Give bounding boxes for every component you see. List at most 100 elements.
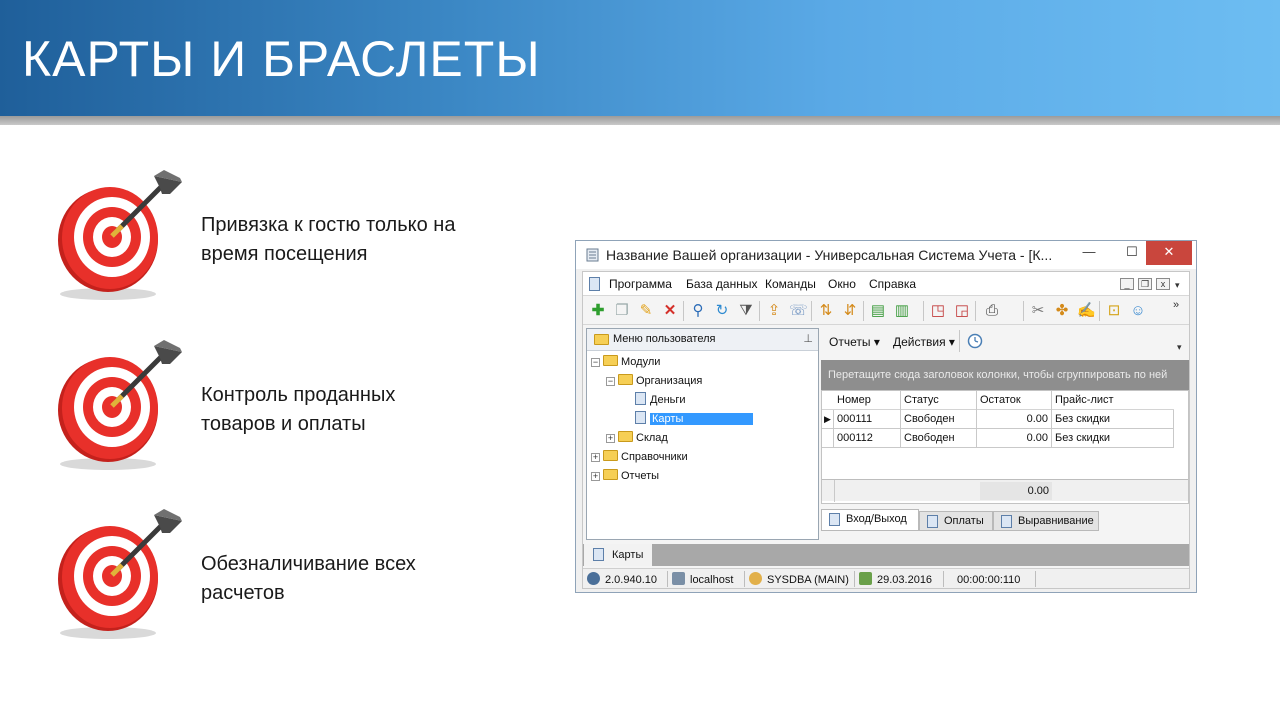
mdi-restore-button[interactable]: ❐ bbox=[1138, 278, 1152, 290]
status-version-text: 2.0.940.10 bbox=[605, 574, 657, 586]
export-icon[interactable]: ▤ bbox=[869, 302, 887, 320]
cell-pricelist[interactable]: Без скидки bbox=[1052, 429, 1174, 448]
actions-dropdown[interactable]: Действия ▾ bbox=[893, 335, 955, 349]
cell-balance[interactable]: 0.00 bbox=[977, 410, 1052, 429]
tree-node-modules[interactable]: − Модули bbox=[591, 353, 660, 372]
users-icon[interactable]: ☺ bbox=[1129, 302, 1147, 320]
toolbar-separator bbox=[759, 301, 760, 321]
lock-icon[interactable]: ⊡ bbox=[1105, 302, 1123, 320]
tree-node-reports[interactable]: + Отчеты bbox=[591, 467, 659, 486]
menu-window[interactable]: Окно bbox=[828, 277, 856, 291]
cell-pricelist[interactable]: Без скидки bbox=[1052, 410, 1174, 429]
slide-title: КАРТЫ И БРАСЛЕТЫ bbox=[22, 31, 541, 87]
reports-dropdown[interactable]: Отчеты ▾ bbox=[829, 335, 880, 349]
pin-icon[interactable]: ⊥ bbox=[803, 332, 813, 345]
import-icon[interactable]: ⇪ bbox=[765, 302, 783, 320]
group-by-area[interactable]: Перетащите сюда заголовок колонки, чтобы… bbox=[821, 360, 1189, 390]
toolbar-separator bbox=[683, 301, 684, 321]
tree-node-label: Деньги bbox=[650, 394, 686, 406]
status-user: SYSDBA (MAIN) bbox=[749, 572, 849, 588]
delete-icon[interactable]: ✕ bbox=[661, 302, 679, 320]
current-row-icon: ▶ bbox=[822, 410, 834, 429]
sort-desc-icon[interactable]: ⇵ bbox=[841, 302, 859, 320]
expand-icon[interactable]: + bbox=[606, 434, 615, 443]
tab-payments[interactable]: Оплаты bbox=[919, 511, 993, 531]
bullet-line: Контроль проданных bbox=[201, 384, 396, 406]
mdi-close-button[interactable]: x bbox=[1156, 278, 1170, 290]
status-separator bbox=[854, 571, 855, 587]
clock-icon[interactable] bbox=[967, 333, 983, 354]
mdi-minimize-button[interactable]: _ bbox=[1120, 278, 1134, 290]
chevron-down-icon[interactable]: ▾ bbox=[1175, 280, 1180, 291]
column-header-pricelist[interactable]: Прайс-лист bbox=[1052, 391, 1172, 410]
document-icon bbox=[635, 411, 646, 424]
close-window-icon[interactable]: ◲ bbox=[953, 302, 971, 320]
status-time: 00:00:00:110 bbox=[957, 574, 1021, 586]
cell-number[interactable]: 000111 bbox=[834, 410, 901, 429]
tree-node-cards[interactable]: Карты bbox=[635, 410, 754, 429]
tab-entry-exit[interactable]: Вход/Выход bbox=[821, 509, 919, 531]
table-row[interactable]: ▶ 000111 Свободен 0.00 Без скидки bbox=[822, 410, 1174, 429]
menu-database[interactable]: База данных bbox=[686, 277, 757, 291]
cell-status[interactable]: Свободен bbox=[901, 410, 977, 429]
column-header-number[interactable]: Номер bbox=[834, 391, 901, 410]
cell-status[interactable]: Свободен bbox=[901, 429, 977, 448]
tools-icon[interactable]: ✂ bbox=[1029, 302, 1047, 320]
folder-icon bbox=[618, 374, 633, 385]
comment-icon[interactable]: ☏ bbox=[789, 302, 808, 320]
cell-number[interactable]: 000112 bbox=[834, 429, 901, 448]
cell-balance[interactable]: 0.00 bbox=[977, 429, 1052, 448]
collapse-icon[interactable]: − bbox=[606, 377, 615, 386]
collapse-icon[interactable]: − bbox=[591, 358, 600, 367]
status-separator bbox=[667, 571, 668, 587]
palette-icon[interactable]: ✤ bbox=[1053, 302, 1071, 320]
folder-icon bbox=[594, 334, 609, 345]
menu-help[interactable]: Справка bbox=[869, 277, 916, 291]
toolbar-separator bbox=[863, 301, 864, 321]
edit-icon[interactable]: ✎ bbox=[637, 302, 655, 320]
close-button[interactable]: ✕ bbox=[1146, 241, 1192, 265]
document-icon bbox=[927, 515, 938, 528]
print-icon[interactable]: ⎙ bbox=[983, 302, 1001, 320]
minimize-button[interactable]: — bbox=[1074, 241, 1104, 265]
sort-asc-icon[interactable]: ⇅ bbox=[817, 302, 835, 320]
chevron-down-icon[interactable]: ▾ bbox=[1177, 342, 1182, 353]
expand-icon[interactable]: + bbox=[591, 472, 600, 481]
new-window-icon[interactable]: ◳ bbox=[929, 302, 947, 320]
column-header-status[interactable]: Статус bbox=[901, 391, 977, 410]
tab-cards[interactable]: Карты bbox=[584, 544, 652, 566]
tree-node-organization[interactable]: − Организация bbox=[606, 372, 702, 391]
tree-node-money[interactable]: Деньги bbox=[635, 391, 686, 410]
refresh-icon[interactable]: ↻ bbox=[713, 302, 731, 320]
column-header-balance[interactable]: Остаток bbox=[977, 391, 1052, 410]
document-icon bbox=[589, 277, 600, 296]
tree-node-warehouse[interactable]: + Склад bbox=[606, 429, 668, 448]
tree-node-directories[interactable]: + Справочники bbox=[591, 448, 688, 467]
app-window: Название Вашей организации - Универсальн… bbox=[575, 240, 1197, 593]
add-icon[interactable]: ✚ bbox=[589, 302, 607, 320]
status-version: 2.0.940.10 bbox=[587, 572, 657, 588]
folder-icon bbox=[618, 431, 633, 442]
window-title: Название Вашей организации - Универсальн… bbox=[606, 247, 1053, 263]
status-host: localhost bbox=[672, 572, 733, 588]
status-date: 29.03.2016 bbox=[859, 572, 932, 588]
detail-tabs: Вход/Выход Оплаты Выравнивание bbox=[821, 509, 1189, 531]
search-icon[interactable]: ⚲ bbox=[689, 302, 707, 320]
export-menu-icon[interactable]: ▥ bbox=[893, 302, 911, 320]
table-row[interactable]: 000112 Свободен 0.00 Без скидки bbox=[822, 429, 1174, 448]
copy-icon[interactable]: ❐ bbox=[613, 302, 631, 320]
maximize-button[interactable]: ☐ bbox=[1117, 241, 1147, 265]
expand-icon[interactable]: + bbox=[591, 453, 600, 462]
overflow-icon[interactable]: » bbox=[1173, 299, 1179, 311]
user-menu-panel: Меню пользователя ⊥ − Модули − Организация… bbox=[586, 328, 819, 540]
window-titlebar[interactable]: Название Вашей организации - Универсальн… bbox=[576, 241, 1196, 269]
note-icon[interactable]: ✍ bbox=[1077, 302, 1096, 320]
footer-divider bbox=[834, 480, 835, 502]
menu-tree: − Модули − Организация Деньги Карты + Склад… bbox=[587, 351, 818, 539]
menu-commands[interactable]: Команды bbox=[765, 277, 816, 291]
balance-total: 0.00 bbox=[980, 482, 1052, 500]
target-icon bbox=[58, 340, 182, 470]
tab-alignment[interactable]: Выравнивание bbox=[993, 511, 1099, 531]
menu-program[interactable]: Программа bbox=[609, 277, 672, 291]
filter-icon[interactable]: ⧩ bbox=[737, 302, 755, 320]
